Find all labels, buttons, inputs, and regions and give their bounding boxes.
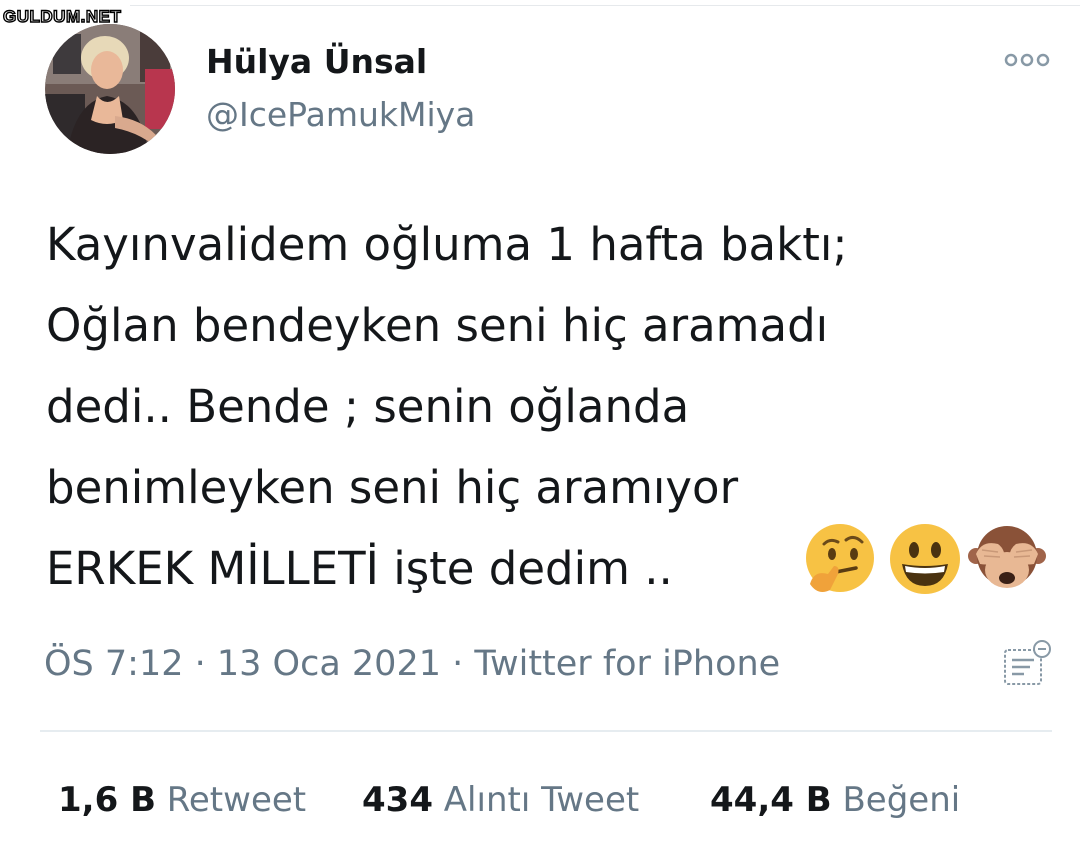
user-handle[interactable]: @IcePamukMiya — [206, 95, 475, 135]
likes-count: 44,4 B — [710, 780, 832, 820]
meta-separator: · — [441, 644, 475, 684]
likes-stat[interactable]: 44,4 B Beğeni — [710, 778, 960, 822]
avatar[interactable] — [45, 24, 175, 154]
display-name[interactable]: Hülya Ünsal — [206, 42, 427, 82]
quotes-label: Alıntı Tweet — [443, 780, 640, 820]
grinning-face-emoji — [890, 524, 960, 594]
retweets-stat[interactable]: 1,6 B Retweet — [58, 778, 306, 822]
analytics-icon — [1004, 640, 1051, 685]
tweet-line: dedi.. Bende ; senin oğlanda — [46, 380, 690, 433]
quotes-stat[interactable]: 434 Alıntı Tweet — [362, 778, 639, 822]
analytics-button[interactable] — [1000, 638, 1056, 690]
more-dots-icon — [1004, 53, 1050, 67]
tweet-line: Oğlan bendeyken seni hiç aramadı — [46, 299, 829, 352]
meta-separator: · — [183, 644, 217, 684]
retweets-label: Retweet — [166, 780, 307, 820]
tweet-line: ERKEK MİLLETİ işte dedim .. — [46, 542, 673, 595]
thinking-face-emoji — [806, 524, 874, 592]
retweets-count: 1,6 B — [58, 780, 156, 820]
stats-divider — [40, 730, 1052, 732]
more-options-button[interactable] — [1003, 52, 1051, 68]
tweet-time[interactable]: ÖS 7:12 — [44, 644, 184, 684]
quotes-count: 434 — [362, 780, 433, 820]
top-border — [130, 5, 1080, 6]
tweet-line: Kayınvalidem oğluma 1 hafta baktı; — [46, 218, 848, 271]
emoji-row — [800, 520, 1050, 600]
tweet-date[interactable]: 13 Oca 2021 — [217, 644, 441, 684]
see-no-evil-monkey-emoji — [968, 526, 1046, 588]
tweet-source[interactable]: Twitter for iPhone — [474, 644, 780, 684]
tweet-line: benimleyken seni hiç aramıyor — [46, 461, 739, 514]
tweet-meta: ÖS 7:12 · 13 Oca 2021 · Twitter for iPho… — [44, 642, 780, 686]
likes-label: Beğeni — [842, 780, 961, 820]
